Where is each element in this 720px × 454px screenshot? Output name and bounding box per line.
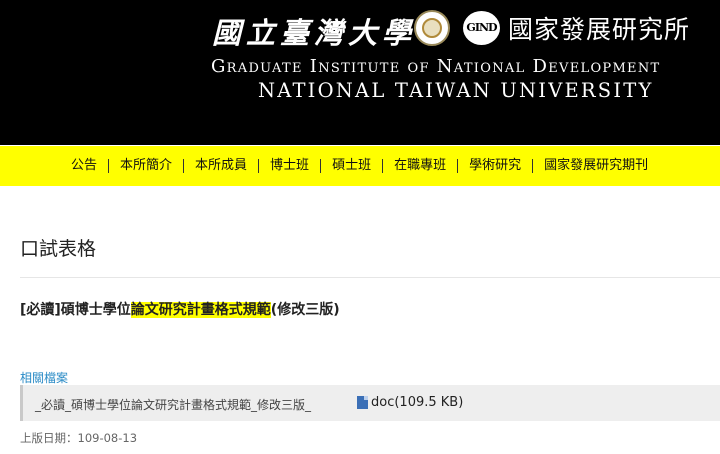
divider	[20, 277, 720, 278]
institute-logo-icon[interactable]: GIND	[463, 11, 500, 45]
site-header: 國立臺灣大學 GIND 國家發展研究所 Graduate Institute o…	[0, 0, 720, 145]
university-calligraphy-logo[interactable]: 國立臺灣大學	[212, 10, 416, 52]
university-seal-icon[interactable]	[414, 10, 450, 46]
file-download-link[interactable]: doc(109.5 KB)	[371, 395, 463, 410]
file-link[interactable]: _必讀_碩博士學位論文研究計畫格式規範_修改三版_	[35, 396, 311, 413]
document-title-prefix: [必讀]碩博士學位	[20, 302, 131, 318]
nav-item-about[interactable]: 本所簡介	[108, 159, 183, 173]
document-title: [必讀]碩博士學位論文研究計畫格式規範(修改三版)	[20, 299, 340, 319]
nav-item-phd-program[interactable]: 博士班	[258, 159, 320, 173]
institute-name-cn: 國家發展研究所	[508, 15, 691, 44]
word-doc-icon	[357, 396, 368, 409]
related-files-label: 相關檔案	[20, 371, 69, 385]
nav-item-research[interactable]: 學術研究	[457, 159, 532, 173]
institute-name-en: Graduate Institute of National Developme…	[211, 56, 661, 77]
document-title-highlight: 論文研究計畫格式規範	[130, 302, 271, 318]
nav-item-executive-program[interactable]: 在職專班	[382, 159, 457, 173]
file-row: _必讀_碩博士學位論文研究計畫格式規範_修改三版_ doc(109.5 KB)	[20, 385, 720, 421]
page-title: 口試表格	[20, 238, 97, 260]
nav-item-announcements[interactable]: 公告	[60, 159, 108, 173]
nav-item-masters-program[interactable]: 碩士班	[320, 159, 382, 173]
seal-emblem	[422, 18, 442, 38]
nav-items: 公告 本所簡介 本所成員 博士班 碩士班 在職專班 學術研究 國家發展研究期刊	[60, 146, 659, 186]
document-title-suffix: (修改三版)	[270, 302, 340, 318]
nav-item-members[interactable]: 本所成員	[183, 159, 258, 173]
last-updated: 上版日期：109-08-13	[20, 431, 138, 445]
nav-item-journal[interactable]: 國家發展研究期刊	[532, 159, 659, 173]
university-name-en: NATIONAL TAIWAN UNIVERSITY	[258, 79, 654, 102]
main-nav: 公告 本所簡介 本所成員 博士班 碩士班 在職專班 學術研究 國家發展研究期刊	[0, 146, 720, 186]
